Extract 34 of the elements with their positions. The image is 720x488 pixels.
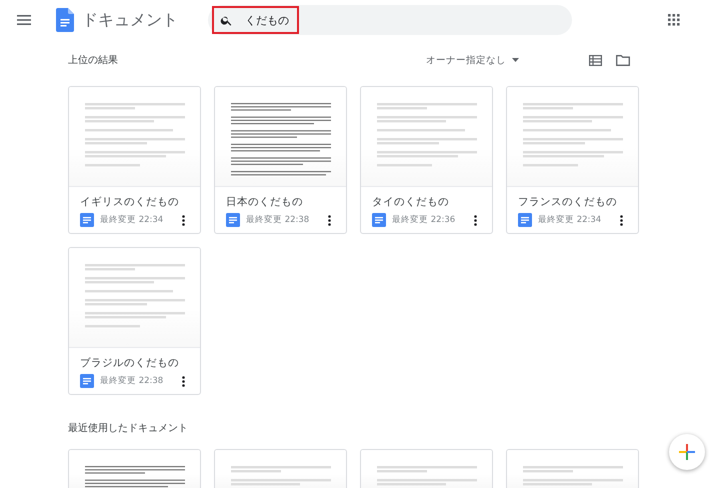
- document-title: 日本のくだもの: [226, 195, 304, 209]
- new-document-button[interactable]: [669, 434, 705, 470]
- modified-time: 最終変更 22:38: [246, 214, 310, 226]
- search-field[interactable]: くだもの: [208, 5, 572, 35]
- modified-time: 最終変更 22:38: [100, 375, 164, 387]
- document-icon: [372, 213, 386, 227]
- document-title: フランスのくだもの: [518, 195, 618, 209]
- document-card[interactable]: イギリスのくだもの 最終変更 22:34: [68, 86, 201, 234]
- folder-icon[interactable]: [616, 54, 630, 66]
- modified-time: 最終変更 22:34: [100, 214, 164, 226]
- list-view-icon[interactable]: [589, 54, 602, 66]
- search-query: くだもの: [245, 12, 289, 28]
- modified-time: 最終変更 22:34: [538, 214, 602, 226]
- dropdown-caret-icon: [512, 58, 519, 62]
- owner-filter-dropdown[interactable]: オーナー指定なし: [426, 54, 519, 66]
- document-card[interactable]: ブラジルのくだもの 最終変更 22:38: [68, 247, 201, 395]
- document-card[interactable]: フランスのくだもの 最終変更 22:34: [506, 86, 639, 234]
- document-title: ブラジルのくだもの: [80, 356, 180, 370]
- document-icon: [518, 213, 532, 227]
- document-icon: [80, 374, 94, 388]
- app-title: ドキュメント: [82, 10, 178, 30]
- section-heading: 最近使用したドキュメント: [68, 422, 188, 435]
- document-icon: [226, 213, 240, 227]
- document-title: タイのくだもの: [372, 195, 450, 209]
- search-icon: [220, 14, 233, 26]
- document-title: イギリスのくだもの: [80, 195, 180, 209]
- modified-time: 最終変更 22:36: [392, 214, 456, 226]
- document-card[interactable]: タイのくだもの 最終変更 22:36: [360, 86, 493, 234]
- document-logo-icon: [56, 8, 74, 32]
- apps-grid-icon[interactable]: [668, 14, 680, 26]
- plus-icon: [679, 444, 695, 460]
- section-heading: 上位の結果: [68, 54, 118, 67]
- document-card[interactable]: 日本のくだもの 最終変更 22:38: [214, 86, 347, 234]
- document-icon: [80, 213, 94, 227]
